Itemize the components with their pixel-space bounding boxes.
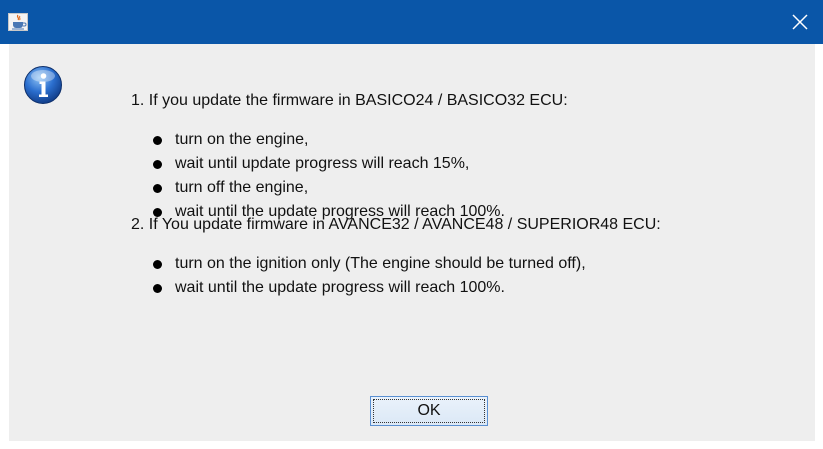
close-icon <box>792 14 808 30</box>
list-item: turn off the engine, <box>153 177 308 199</box>
list-item: wait until update progress will reach 15… <box>153 153 469 175</box>
list-item: turn on the ignition only (The engine sh… <box>153 253 586 275</box>
list-item: wait until the update progress will reac… <box>153 277 505 299</box>
ok-button[interactable]: OK <box>370 396 488 426</box>
list-item: turn on the engine, <box>153 129 308 151</box>
step-2-heading: 2. If You update firmware in AVANCE32 / … <box>131 216 661 233</box>
dialog-window: 1. If you update the firmware in BASICO2… <box>0 0 823 449</box>
title-bar[interactable] <box>0 0 823 44</box>
java-cup-icon <box>8 13 28 31</box>
dialog-content: 1. If you update the firmware in BASICO2… <box>9 44 815 441</box>
close-button[interactable] <box>777 0 823 44</box>
step-1-heading: 1. If you update the firmware in BASICO2… <box>131 92 568 109</box>
info-icon <box>24 66 62 104</box>
